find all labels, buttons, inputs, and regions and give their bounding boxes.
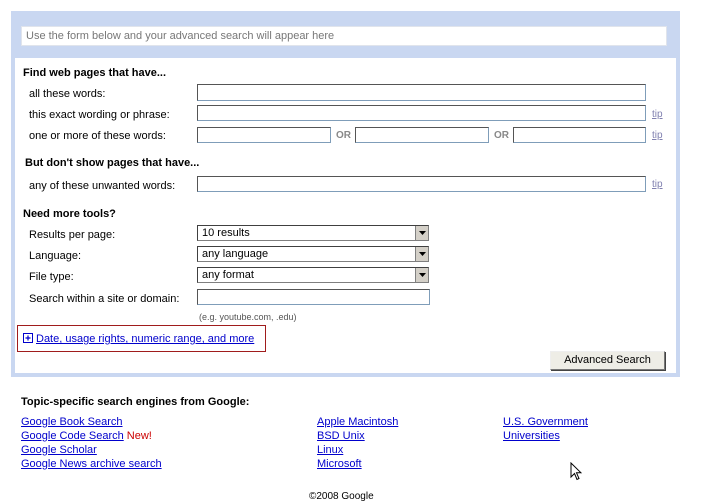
link-bsd-unix[interactable]: BSD Unix <box>317 430 365 442</box>
dropdown-arrow-icon[interactable] <box>415 268 428 282</box>
or-separator-2: OR <box>494 130 509 141</box>
search-preview: Use the form below and your advanced sea… <box>21 26 667 46</box>
file-type-label: File type: <box>29 271 74 283</box>
more-options-link[interactable]: Date, usage rights, numeric range, and m… <box>36 333 254 345</box>
link-google-code-search[interactable]: Google Code Search <box>21 430 124 442</box>
footer-copyright: ©2008 Google <box>309 491 374 502</box>
exact-tip-link[interactable]: tip <box>652 109 663 120</box>
unwanted-words-label: any of these unwanted words: <box>29 180 176 192</box>
all-words-input[interactable] <box>197 84 646 101</box>
site-domain-input[interactable] <box>197 289 430 305</box>
exact-phrase-label: this exact wording or phrase: <box>29 109 170 121</box>
any-words-input-2[interactable] <box>355 127 489 143</box>
mouse-cursor-icon <box>570 461 583 484</box>
link-universities[interactable]: Universities <box>503 430 560 442</box>
code-search-row: Google Code Search New! <box>21 430 152 442</box>
dropdown-arrow-icon[interactable] <box>415 226 428 240</box>
results-per-page-value: 10 results <box>202 227 250 239</box>
tools-heading: Need more tools? <box>23 208 116 220</box>
file-type-value: any format <box>202 269 254 281</box>
all-words-label: all these words: <box>29 88 106 100</box>
dropdown-arrow-icon[interactable] <box>415 247 428 261</box>
link-us-government[interactable]: U.S. Government <box>503 416 588 428</box>
results-per-page-label: Results per page: <box>29 229 116 241</box>
link-apple-macintosh[interactable]: Apple Macintosh <box>317 416 398 428</box>
topic-heading: Topic-specific search engines from Googl… <box>21 396 250 408</box>
unwanted-tip-link[interactable]: tip <box>652 179 663 190</box>
unwanted-words-input[interactable] <box>197 176 646 192</box>
any-words-label: one or more of these words: <box>29 130 166 142</box>
site-domain-hint: (e.g. youtube.com, .edu) <box>199 312 297 322</box>
any-words-input-3[interactable] <box>513 127 646 143</box>
new-badge: New! <box>126 430 152 442</box>
any-tip-link[interactable]: tip <box>652 130 663 141</box>
language-label: Language: <box>29 250 81 262</box>
file-type-select[interactable]: any format <box>197 267 429 283</box>
link-google-scholar[interactable]: Google Scholar <box>21 444 97 456</box>
advanced-search-button[interactable]: Advanced Search <box>550 351 665 370</box>
link-google-news-archive[interactable]: Google News archive search <box>21 458 162 470</box>
link-microsoft[interactable]: Microsoft <box>317 458 362 470</box>
find-heading: Find web pages that have... <box>23 67 167 79</box>
language-value: any language <box>202 248 269 260</box>
results-per-page-select[interactable]: 10 results <box>197 225 429 241</box>
site-domain-label: Search within a site or domain: <box>29 293 180 305</box>
link-google-book-search[interactable]: Google Book Search <box>21 416 123 428</box>
language-select[interactable]: any language <box>197 246 429 262</box>
or-separator-1: OR <box>336 130 351 141</box>
link-linux[interactable]: Linux <box>317 444 343 456</box>
any-words-input-1[interactable] <box>197 127 331 143</box>
plus-box-icon[interactable] <box>23 333 33 346</box>
exact-phrase-input[interactable] <box>197 105 646 121</box>
exclude-heading: But don't show pages that have... <box>25 157 200 169</box>
